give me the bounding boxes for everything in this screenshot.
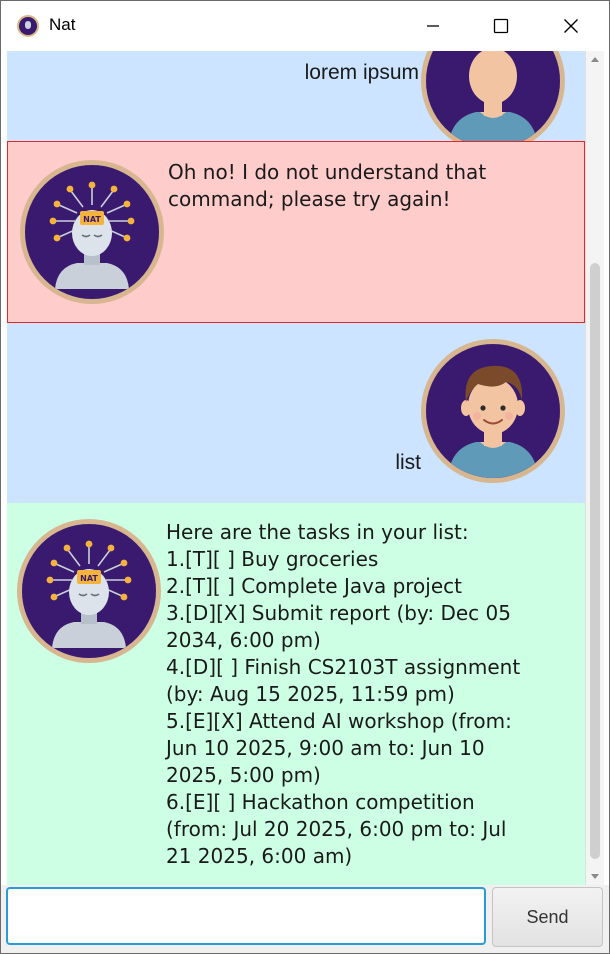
user-avatar	[421, 339, 565, 483]
bot-message-text: Here are the tasks in your list: 1.[T][ …	[166, 520, 521, 868]
bot-badge-text: NAT	[83, 215, 101, 224]
minimize-button[interactable]	[398, 1, 468, 51]
window-title: Nat	[49, 15, 76, 34]
user-avatar	[421, 51, 565, 153]
user-portrait-icon	[426, 51, 560, 148]
close-icon	[564, 19, 578, 33]
input-bar: Send	[1, 885, 609, 953]
title-bar[interactable]: Nat	[1, 1, 609, 51]
bot-avatar: NAT	[20, 160, 164, 304]
vertical-scrollbar[interactable]	[585, 51, 604, 885]
scrollbar-thumb[interactable]	[590, 263, 600, 859]
bot-avatar: NAT	[17, 519, 161, 663]
chat-dialog-container[interactable]: lorem ipsum NAT Oh no! I do not understa…	[7, 51, 585, 885]
app-logo-icon	[17, 15, 39, 37]
user-dialog-box: lorem ipsum	[7, 51, 585, 153]
bot-badge-text: NAT	[80, 574, 98, 583]
bot-dialog-box: NAT Here are the tasks in your list: 1.[…	[7, 503, 585, 885]
minimize-icon	[427, 25, 439, 27]
bot-error-dialog-box: NAT Oh no! I do not understand that comm…	[7, 141, 585, 323]
app-window: Nat lorem ipsum NAT Oh no! I do not unde…	[0, 0, 610, 954]
close-button[interactable]	[536, 1, 606, 51]
send-button[interactable]: Send	[492, 887, 603, 947]
scroll-up-arrow-icon[interactable]	[590, 55, 600, 65]
bot-error-message-text: Oh no! I do not understand that command;…	[168, 160, 487, 211]
maximize-icon	[493, 18, 509, 34]
user-message-text: list	[395, 451, 421, 474]
user-dialog-box: list	[7, 323, 585, 503]
user-message-text: lorem ipsum	[304, 61, 419, 84]
robot-brain-icon: NAT	[25, 165, 159, 299]
user-portrait-icon	[426, 344, 560, 478]
message-input[interactable]	[6, 887, 486, 945]
scroll-down-arrow-icon[interactable]	[590, 871, 600, 881]
maximize-button[interactable]	[466, 1, 536, 51]
robot-brain-icon: NAT	[22, 524, 156, 658]
